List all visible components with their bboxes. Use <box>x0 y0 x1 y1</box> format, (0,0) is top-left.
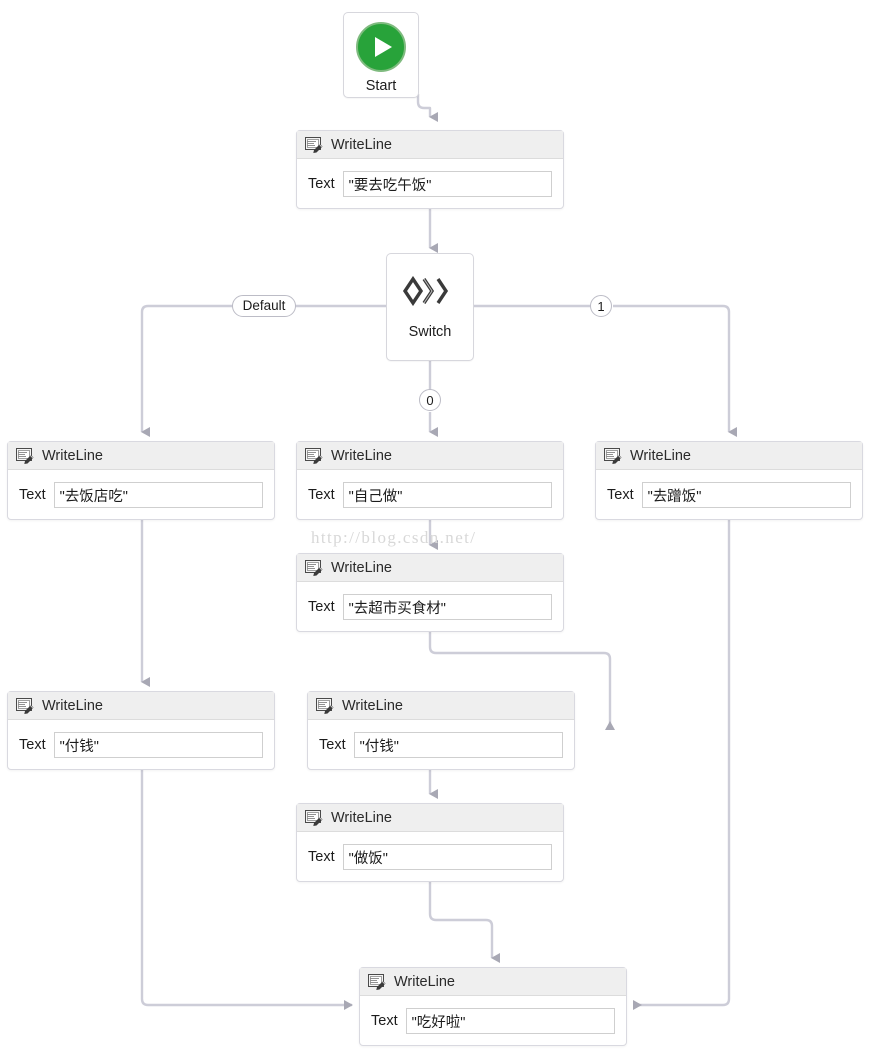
writeline-icon <box>604 447 622 464</box>
writeline-icon <box>305 559 323 576</box>
text-input[interactable]: "吃好啦" <box>405 1008 615 1034</box>
writeline-header: WriteLine <box>360 968 626 996</box>
writeline-node-pay-left[interactable]: WriteLine Text "付钱" <box>7 691 275 770</box>
writeline-header: WriteLine <box>297 804 563 832</box>
writeline-header: WriteLine <box>596 442 862 470</box>
text-input[interactable]: "去饭店吃" <box>53 482 263 508</box>
writeline-body: Text "吃好啦" <box>360 996 626 1046</box>
writeline-body: Text "付钱" <box>308 720 574 770</box>
text-field-label: Text <box>308 487 335 503</box>
writeline-icon <box>305 447 323 464</box>
text-field-label: Text <box>607 487 634 503</box>
writeline-title: WriteLine <box>331 136 392 153</box>
text-field-label: Text <box>19 737 46 753</box>
text-input[interactable]: "去超市买食材" <box>342 594 552 620</box>
writeline-header: WriteLine <box>297 131 563 159</box>
text-field-label: Text <box>308 599 335 615</box>
text-field-label: Text <box>19 487 46 503</box>
text-field-label: Text <box>308 849 335 865</box>
play-icon <box>356 22 406 72</box>
writeline-title: WriteLine <box>42 697 103 714</box>
writeline-title: WriteLine <box>394 973 455 990</box>
writeline-icon <box>305 136 323 153</box>
text-field-label: Text <box>371 1013 398 1029</box>
writeline-header: WriteLine <box>8 442 274 470</box>
text-input[interactable]: "去蹭饭" <box>641 482 851 508</box>
writeline-header: WriteLine <box>297 442 563 470</box>
writeline-header: WriteLine <box>8 692 274 720</box>
edge-label-case-0[interactable]: 0 <box>419 389 441 411</box>
writeline-node-groceries[interactable]: WriteLine Text "去超市买食材" <box>296 553 564 632</box>
edge-cook-to-done <box>428 882 500 963</box>
writeline-icon <box>305 809 323 826</box>
text-input[interactable]: "做饭" <box>342 844 552 870</box>
writeline-header: WriteLine <box>308 692 574 720</box>
text-field-label: Text <box>319 737 346 753</box>
edge-case1-to-mooch <box>613 304 737 437</box>
start-node[interactable]: Start <box>343 12 419 98</box>
writeline-node-mooch[interactable]: WriteLine Text "去蹭饭" <box>595 441 863 520</box>
switch-node[interactable]: Switch <box>386 253 474 361</box>
writeline-title: WriteLine <box>331 559 392 576</box>
writeline-title: WriteLine <box>42 447 103 464</box>
writeline-body: Text "去超市买食材" <box>297 582 563 632</box>
writeline-icon <box>316 697 334 714</box>
watermark-text: http://blog.csdn.net/ <box>311 528 477 547</box>
writeline-node-restaurant[interactable]: WriteLine Text "去饭店吃" <box>7 441 275 520</box>
writeline-body: Text "去蹭饭" <box>596 470 862 520</box>
writeline-title: WriteLine <box>331 447 392 464</box>
writeline-node-lunch[interactable]: WriteLine Text "要去吃午饭" <box>296 130 564 209</box>
workflow-canvas: http://blog.csdn.net/ Start Switch Defau… <box>0 0 871 1056</box>
writeline-icon <box>16 447 34 464</box>
switch-label: Switch <box>408 324 452 340</box>
edge-default-to-restaurant <box>140 304 234 437</box>
text-input[interactable]: "自己做" <box>342 482 552 508</box>
writeline-node-cook[interactable]: WriteLine Text "做饭" <box>296 803 564 882</box>
text-input[interactable]: "付钱" <box>353 732 563 758</box>
writeline-body: Text "做饭" <box>297 832 563 882</box>
writeline-node-cook-self[interactable]: WriteLine Text "自己做" <box>296 441 564 520</box>
writeline-body: Text "去饭店吃" <box>8 470 274 520</box>
writeline-icon <box>16 697 34 714</box>
writeline-header: WriteLine <box>297 554 563 582</box>
writeline-title: WriteLine <box>331 809 392 826</box>
edge-start-to-lunch <box>416 94 438 122</box>
writeline-node-done[interactable]: WriteLine Text "吃好啦" <box>359 967 627 1046</box>
edge-mooch-to-done <box>633 520 731 1010</box>
text-field-label: Text <box>308 176 335 192</box>
writeline-node-pay-mid[interactable]: WriteLine Text "付钱" <box>307 691 575 770</box>
writeline-body: Text "要去吃午饭" <box>297 159 563 209</box>
writeline-body: Text "自己做" <box>297 470 563 520</box>
start-label: Start <box>365 78 397 94</box>
edge-label-case-1[interactable]: 1 <box>590 295 612 317</box>
text-input[interactable]: "要去吃午饭" <box>342 171 552 197</box>
edge-label-default[interactable]: Default <box>232 295 296 317</box>
switch-diamonds-icon <box>402 274 458 308</box>
writeline-title: WriteLine <box>630 447 691 464</box>
text-input[interactable]: "付钱" <box>53 732 263 758</box>
writeline-icon <box>368 973 386 990</box>
writeline-body: Text "付钱" <box>8 720 274 770</box>
writeline-title: WriteLine <box>342 697 403 714</box>
